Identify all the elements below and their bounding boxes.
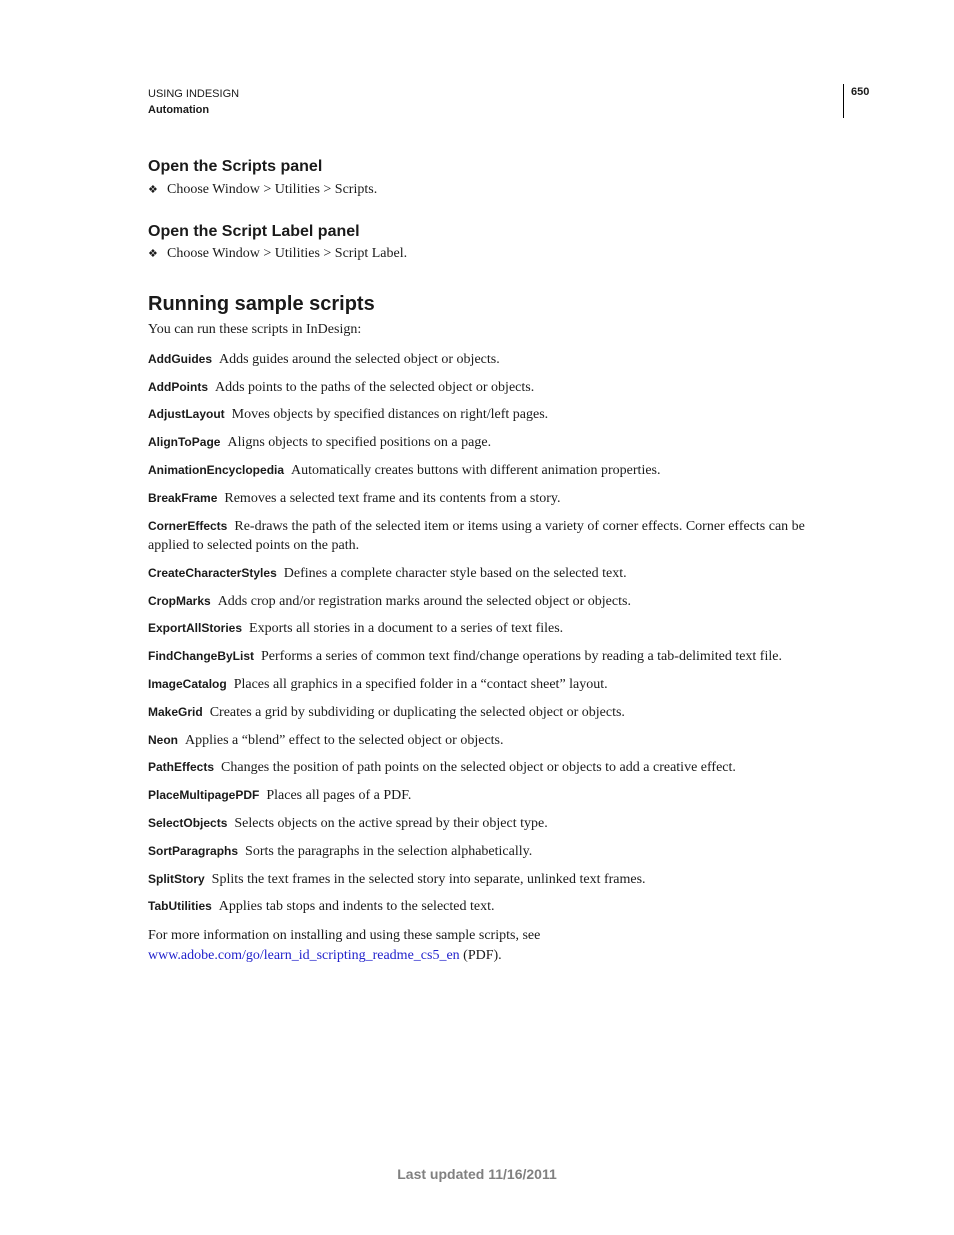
script-name: BreakFrame [148,491,218,505]
script-entry: PathEffects Changes the position of path … [148,758,838,777]
script-entry: SelectObjects Selects objects on the acti… [148,814,838,833]
script-entry: AddPoints Adds points to the paths of the… [148,378,838,397]
script-name: CropMarks [148,594,211,608]
heading-open-script-label-panel: Open the Script Label panel [148,223,360,240]
script-description: Changes the position of path points on t… [221,760,736,775]
step-text: Choose Window > Utilities > Script Label… [167,246,408,261]
script-description: Automatically creates buttons with diffe… [291,463,661,478]
more-info-suffix: (PDF). [459,948,502,963]
script-name: TabUtilities [148,899,212,913]
script-description: Adds points to the paths of the selected… [215,380,535,395]
diamond-bullet-icon: ❖ [148,248,158,260]
script-description: Re-draws the path of the selected item o… [148,519,805,553]
script-name: ImageCatalog [148,677,227,691]
script-description: Defines a complete character style based… [283,566,627,581]
script-description: Aligns objects to specified positions on… [227,435,492,450]
script-description: Splits the text frames in the selected s… [211,872,646,887]
diamond-bullet-icon: ❖ [148,184,158,196]
script-description: Places all pages of a PDF. [266,788,412,803]
script-name: CreateCharacterStyles [148,566,277,580]
step-text: Choose Window > Utilities > Scripts. [167,182,378,197]
script-description: Selects objects on the active spread by … [234,816,548,831]
more-info-text: For more information on installing and u… [148,928,541,943]
script-name: SelectObjects [148,816,228,830]
last-updated: Last updated 11/16/2011 [397,1166,557,1182]
script-description: Performs a series of common text find/ch… [261,649,782,664]
script-name: AddPoints [148,380,208,394]
header-divider [843,84,844,118]
more-info-paragraph: For more information on installing and u… [148,926,838,966]
script-name: SortParagraphs [148,844,239,858]
script-entry: AlignToPage Aligns objects to specified p… [148,433,838,452]
script-name: PathEffects [148,760,215,774]
script-entry: CropMarks Adds crop and/or registration m… [148,592,838,611]
script-entry: MakeGrid Creates a grid by subdividing or… [148,703,838,722]
script-name: SplitStory [148,872,205,886]
script-entry: CornerEffects Re-draws the path of the se… [148,517,838,555]
script-name: AlignToPage [148,435,221,449]
script-entry: FindChangeByList Performs a series of com… [148,647,838,666]
script-description: Adds crop and/or registration marks arou… [217,594,631,609]
script-description: Applies a “blend” effect to the selected… [185,733,504,748]
script-description: Removes a selected text frame and its co… [224,491,561,506]
script-entry: Neon Applies a “blend” effect to the sele… [148,731,838,750]
script-name: CornerEffects [148,519,228,533]
script-name: ExportAllStories [148,621,243,635]
script-entry: PlaceMultipagePDF Places all pages of a P… [148,786,838,805]
step-open-scripts-panel: ❖ Choose Window > Utilities > Scripts. [148,182,377,198]
script-entry: CreateCharacterStyles Defines a complete … [148,564,838,583]
script-entry: ImageCatalog Places all graphics in a spe… [148,675,838,694]
script-entry: BreakFrame Removes a selected text frame … [148,489,838,508]
script-name: PlaceMultipagePDF [148,788,260,802]
script-entry: AnimationEncyclopedia Automatically creat… [148,461,838,480]
script-entry: SortParagraphs Sorts the paragraphs in th… [148,842,838,861]
script-name: MakeGrid [148,705,203,719]
heading-running-sample-scripts: Running sample scripts [148,293,375,315]
script-description: Adds guides around the selected object o… [219,352,500,367]
script-entry: SplitStory Splits the text frames in the … [148,870,838,889]
heading-open-scripts-panel: Open the Scripts panel [148,158,323,175]
script-name: Neon [148,733,178,747]
section-title: Automation [148,104,210,116]
document-title: USING INDESIGN [148,88,240,100]
script-description: Exports all stories in a document to a s… [249,621,564,636]
script-description: Applies tab stops and indents to the sel… [218,899,495,914]
page-number: 650 [851,86,870,98]
script-description: Places all graphics in a specified folde… [233,677,608,692]
step-open-script-label-panel: ❖ Choose Window > Utilities > Script Labe… [148,246,407,262]
script-description: Sorts the paragraphs in the selection al… [245,844,533,859]
script-name: AddGuides [148,352,213,366]
script-name: AdjustLayout [148,407,225,421]
script-entry: ExportAllStories Exports all stories in a… [148,619,838,638]
script-name: AnimationEncyclopedia [148,463,285,477]
script-entry: TabUtilities Applies tab stops and indent… [148,897,838,916]
script-entry: AdjustLayout Moves objects by specified d… [148,405,838,424]
script-description: Moves objects by specified distances on … [231,407,549,422]
script-name: FindChangeByList [148,649,255,663]
script-description: Creates a grid by subdividing or duplica… [209,705,625,720]
script-entry: AddGuides Adds guides around the selected… [148,350,838,369]
readme-link[interactable]: www.adobe.com/go/learn_id_scripting_read… [148,948,460,963]
intro-text: You can run these scripts in InDesign: [148,322,362,337]
